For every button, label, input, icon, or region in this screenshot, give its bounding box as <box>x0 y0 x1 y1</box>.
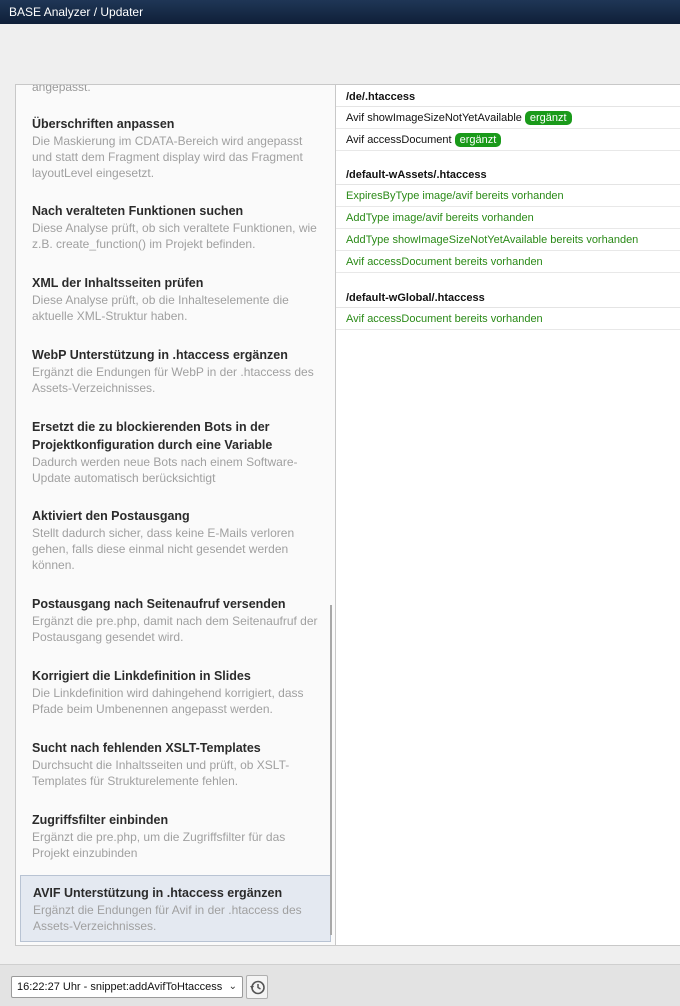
task-item[interactable]: WebP Unterstützung in .htaccess ergänzen… <box>20 346 331 396</box>
task-item[interactable]: Postausgang nach Seitenaufruf versenden … <box>20 595 331 645</box>
task-item[interactable]: Nach veralteten Funktionen suchen Diese … <box>20 202 331 252</box>
result-row: Avif showImageSizeNotYetAvailable ergänzt <box>336 107 680 129</box>
task-desc: Ergänzt die pre.php, um die Zugriffsfilt… <box>32 830 286 860</box>
chevron-down-icon: ⌄ <box>228 981 237 992</box>
task-item[interactable]: Ersetzt die zu blockierenden Bots in der… <box>20 418 331 486</box>
task-desc: Die Linkdefinition wird dahingehend korr… <box>32 686 304 716</box>
result-row: ExpiresByType image/avif bereits vorhand… <box>336 185 680 207</box>
task-item[interactable]: Aktiviert den Postausgang Stellt dadurch… <box>20 507 331 573</box>
task-desc: Diese Analyse prüft, ob die Inhalteselem… <box>32 293 289 323</box>
task-list-scrollbar[interactable] <box>330 605 332 935</box>
task-item-selected[interactable]: AVIF Unterstützung in .htaccess ergänzen… <box>20 875 331 942</box>
result-section-header: /default-wGlobal/.htaccess <box>336 286 680 308</box>
status-badge: ergänzt <box>524 111 572 125</box>
task-desc: Ergänzt die pre.php, damit nach dem Seit… <box>32 614 318 644</box>
task-desc: Diese Analyse prüft, ob sich veraltete F… <box>32 221 317 251</box>
history-icon <box>250 980 265 995</box>
result-row: AddType image/avif bereits vorhanden <box>336 207 680 229</box>
window-title: BASE Analyzer / Updater <box>0 0 680 24</box>
log-select-value: 16:22:27 Uhr - snippet:addAvifToHtaccess <box>17 981 223 993</box>
result-row: Avif accessDocument bereits vorhanden <box>336 308 680 330</box>
result-row: Avif accessDocument bereits vorhanden <box>336 251 680 273</box>
task-desc: Ergänzt die Endungen für WebP in der .ht… <box>32 365 314 395</box>
result-row: Avif accessDocument ergänzt <box>336 129 680 151</box>
task-list-panel: angepasst. Überschriften anpassen Die Ma… <box>15 84 336 946</box>
task-desc: Stellt dadurch sicher, dass keine E-Mail… <box>32 526 295 572</box>
result-row-text: Avif accessDocument <box>346 134 452 146</box>
result-section: /de/.htaccess Avif showImageSizeNotYetAv… <box>336 85 680 151</box>
task-title: XML der Inhaltsseiten prüfen <box>32 276 204 290</box>
status-badge: ergänzt <box>454 133 502 147</box>
task-title: Korrigiert die Linkdefinition in Slides <box>32 669 251 683</box>
task-desc-cut: angepasst. <box>32 84 91 94</box>
result-section-header: /de/.htaccess <box>336 85 680 107</box>
task-title: Überschriften anpassen <box>32 117 175 131</box>
log-select[interactable]: 16:22:27 Uhr - snippet:addAvifToHtaccess… <box>11 976 243 998</box>
result-row-text: Avif showImageSizeNotYetAvailable <box>346 112 522 124</box>
task-title: Nach veralteten Funktionen suchen <box>32 204 244 218</box>
result-section: /default-wGlobal/.htaccess Avif accessDo… <box>336 286 680 330</box>
task-title: WebP Unterstützung in .htaccess ergänzen <box>32 348 288 362</box>
task-title: Zugriffsfilter einbinden <box>32 813 169 827</box>
task-title: Ersetzt die zu blockierenden Bots in der… <box>32 420 273 452</box>
task-item[interactable]: Korrigiert die Linkdefinition in Slides … <box>20 667 331 717</box>
task-title: Aktiviert den Postausgang <box>32 509 190 523</box>
task-title: AVIF Unterstützung in .htaccess ergänzen <box>33 886 283 900</box>
task-title: Postausgang nach Seitenaufruf versenden <box>32 597 286 611</box>
task-desc: Durchsucht die Inhaltsseiten und prüft, … <box>32 758 290 788</box>
task-item[interactable]: Überschriften anpassen Die Maskierung im… <box>20 115 331 181</box>
results-panel: /de/.htaccess Avif showImageSizeNotYetAv… <box>335 84 680 946</box>
task-item[interactable]: XML der Inhaltsseiten prüfen Diese Analy… <box>20 274 331 324</box>
bottom-toolbar: 16:22:27 Uhr - snippet:addAvifToHtaccess… <box>0 964 680 1006</box>
task-item[interactable]: Sucht nach fehlenden XSLT-Templates Durc… <box>20 739 331 789</box>
task-title: Sucht nach fehlenden XSLT-Templates <box>32 741 261 755</box>
task-desc: Die Maskierung im CDATA-Bereich wird ang… <box>32 134 303 180</box>
result-row: AddType showImageSizeNotYetAvailable ber… <box>336 229 680 251</box>
task-desc: Ergänzt die Endungen für Avif in der .ht… <box>33 903 302 933</box>
result-section: /default-wAssets/.htaccess ExpiresByType… <box>336 163 680 273</box>
history-button[interactable] <box>246 975 268 999</box>
task-item[interactable]: Zugriffsfilter einbinden Ergänzt die pre… <box>20 811 331 861</box>
task-desc: Dadurch werden neue Bots nach einem Soft… <box>32 455 298 485</box>
result-section-header: /default-wAssets/.htaccess <box>336 163 680 185</box>
